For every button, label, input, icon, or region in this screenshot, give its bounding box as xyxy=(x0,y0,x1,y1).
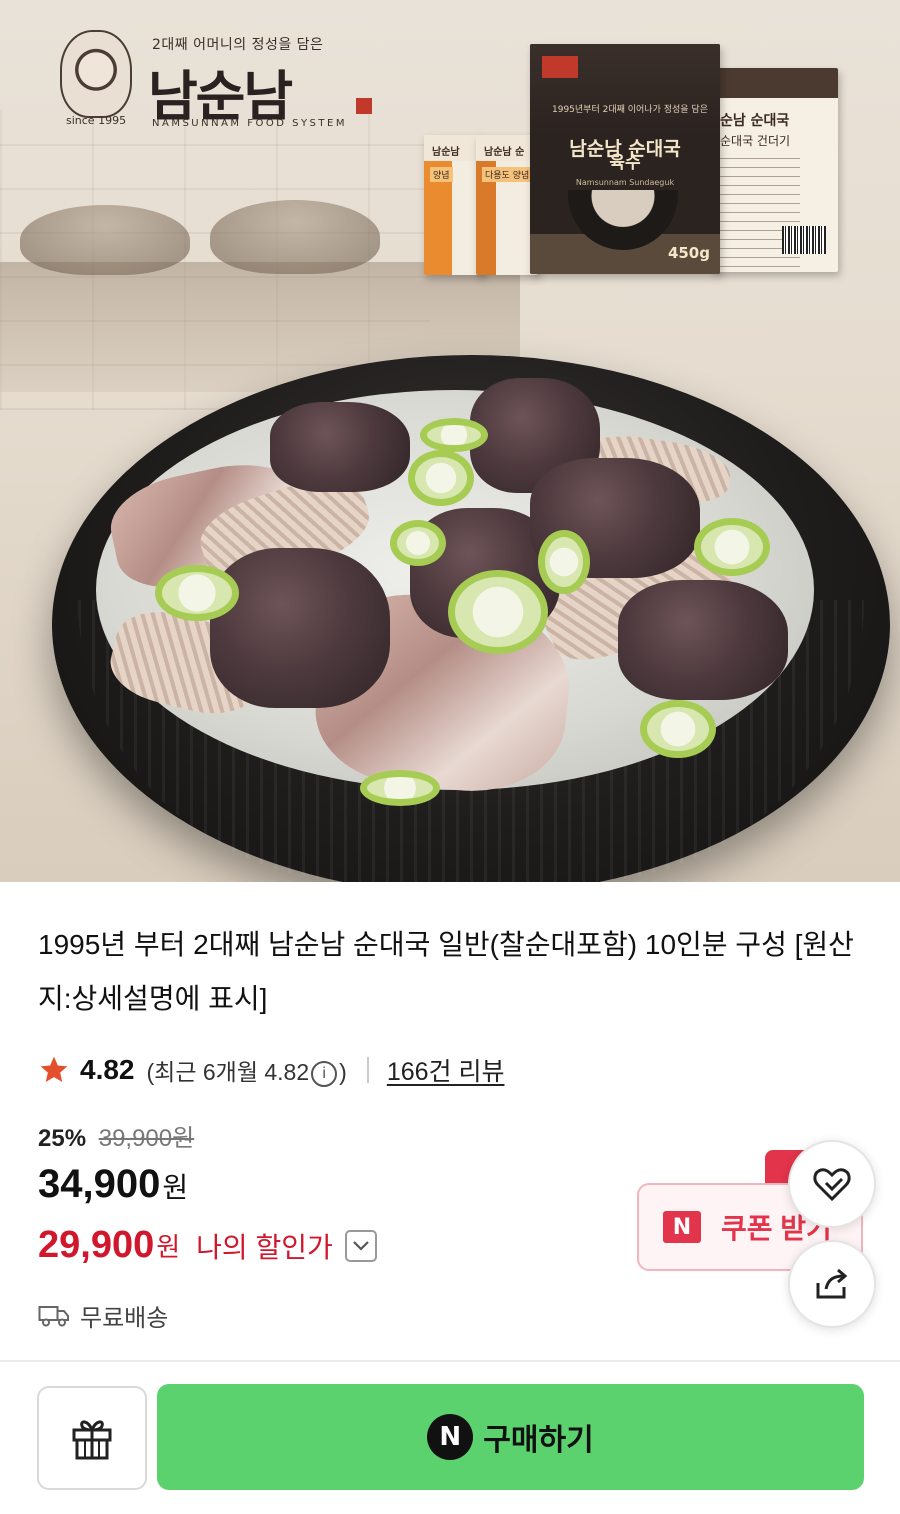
scallion-slice xyxy=(538,530,590,594)
scallion-slice xyxy=(390,520,446,566)
divider xyxy=(366,1057,369,1083)
info-icon[interactable]: i xyxy=(311,1060,338,1087)
chevron-down-icon[interactable] xyxy=(344,1229,377,1262)
package-sauce-1-sub: 양념 xyxy=(430,167,453,182)
package-broth: 1995년부터 2대째 이어나가 정성을 담은 남순남 순대국 육수 Namsu… xyxy=(530,44,720,274)
brand-since: since 1995 xyxy=(66,114,127,127)
sale-price: 34,900원 xyxy=(38,1162,188,1207)
product-hero-image[interactable]: 2대째 어머니의 정성을 담은 남순남 since 1995 NAMSUNNAM… xyxy=(0,0,900,882)
truck-icon xyxy=(38,1305,69,1326)
scallion-slice xyxy=(694,518,770,576)
package-broth-weight: 450g xyxy=(667,244,710,262)
scallion-slice xyxy=(448,570,548,654)
package-contents-sub: 순대국 건더기 xyxy=(720,134,791,148)
package-sauce-2-label: 남순남 순 xyxy=(484,147,525,158)
buy-button[interactable]: N 구매하기 xyxy=(157,1384,864,1490)
package-broth-english: Namsunnam Sundaeguk xyxy=(575,178,675,187)
share-icon xyxy=(816,1268,848,1299)
my-price-label: 나의 할인가 xyxy=(196,1231,333,1263)
scallion-slice xyxy=(408,450,474,506)
package-sauce-1: 남순남 양념 xyxy=(424,135,484,275)
scallion-slice xyxy=(155,565,239,621)
heart-icon xyxy=(813,1168,851,1202)
sundae-piece xyxy=(270,402,410,492)
recent-rating-prefix: (최근 6개월 4.82 xyxy=(146,1059,310,1085)
discount-rate: 25% xyxy=(38,1125,87,1152)
sundae-piece xyxy=(210,548,390,708)
package-sauce-2: 남순남 순 다용도 양념 xyxy=(476,135,538,275)
cauldron-right xyxy=(210,200,380,274)
scallion-slice xyxy=(640,700,716,758)
star-icon xyxy=(40,1056,68,1082)
rating-row: 4.82 (최근 6개월 4.82 i) 166건 리뷰 xyxy=(38,1052,504,1088)
gift-button[interactable] xyxy=(37,1386,147,1490)
package-broth-subtitle: 육수 xyxy=(609,153,641,173)
brand-english: NAMSUNNAM FOOD SYSTEM xyxy=(152,118,347,129)
share-button[interactable] xyxy=(788,1240,876,1328)
package-contents-title: 순남 순대국 xyxy=(720,113,790,129)
section-divider xyxy=(0,1360,900,1362)
buy-label: 구매하기 xyxy=(483,1424,594,1457)
rating-value: 4.82 xyxy=(80,1054,135,1085)
brand-logo: 2대째 어머니의 정성을 담은 남순남 since 1995 NAMSUNNAM… xyxy=(60,30,380,130)
sale-price-unit: 원 xyxy=(162,1172,189,1203)
brand-mascot-icon xyxy=(60,30,132,118)
scallion-slice xyxy=(420,418,488,452)
cauldron-left xyxy=(20,205,190,275)
shipping-label: 무료배송 xyxy=(80,1305,169,1332)
recent-rating: (최근 6개월 4.82 i) xyxy=(147,1053,347,1087)
brand-stamp-icon xyxy=(356,98,372,114)
naver-pay-icon: N xyxy=(427,1414,474,1460)
product-title: 1995년 부터 2대째 남순남 순대국 일반(찰순대포함) 10인분 구성 [… xyxy=(38,929,854,1014)
my-discount-price[interactable]: 29,900 원 나의 할인가 xyxy=(38,1224,377,1267)
package-sauce-1-label: 남순남 xyxy=(432,147,460,158)
coupon-badge: N xyxy=(663,1211,701,1243)
shipping-info: 무료배송 xyxy=(38,1298,168,1333)
package-seal-icon xyxy=(542,56,578,78)
reviews-link[interactable]: 166건 리뷰 xyxy=(387,1052,505,1088)
package-sauce-2-sub: 다용도 양념 xyxy=(482,167,533,182)
package-contents: 순남 순대국 순대국 건더기 xyxy=(712,68,838,272)
wishlist-button[interactable] xyxy=(788,1140,876,1228)
my-price-value: 29,900 xyxy=(38,1224,155,1266)
brand-tagline: 2대째 어머니의 정성을 담은 xyxy=(152,37,324,53)
my-price-unit: 원 xyxy=(156,1232,181,1262)
sale-price-value: 34,900 xyxy=(38,1162,161,1206)
package-broth-tagline: 1995년부터 2대째 이어나가 정성을 담은 xyxy=(552,105,708,115)
sundae-piece xyxy=(618,580,788,700)
scallion-slice xyxy=(360,770,440,806)
original-price: 39,900원 xyxy=(98,1125,195,1152)
discount-row: 25% 39,900원 xyxy=(38,1118,194,1153)
barcode-icon xyxy=(782,226,826,254)
gift-icon xyxy=(72,1420,112,1460)
recent-rating-suffix: ) xyxy=(339,1059,347,1085)
